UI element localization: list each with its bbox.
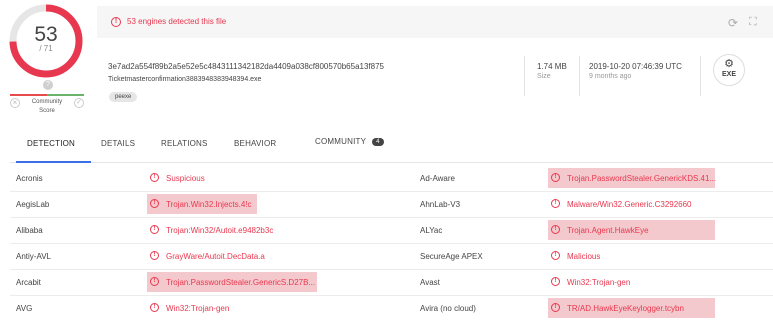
engine-name: Avast	[420, 278, 440, 287]
alert-circle-icon: !	[150, 303, 159, 312]
detection-label: GrayWare/Autoit.DecData.a	[166, 252, 265, 261]
detection-result: ! Win32:Trojan-gen	[548, 272, 715, 292]
alert-circle-icon: !	[551, 225, 560, 234]
detection-label: Trojan.PasswordStealer.GenericKDS.41...	[567, 174, 717, 183]
tab-community-label: COMMUNITY	[315, 137, 367, 146]
community-bar-negative	[10, 94, 47, 96]
alert-circle-icon: !	[150, 225, 159, 234]
detection-label: TR/AD.HawkEyeKeylogger.tcybn	[567, 304, 684, 313]
detection-result: ! Trojan.Win32.Injects.4!c	[147, 194, 257, 214]
analysis-date-value: 2019-10-20 07:46:39 UTC	[589, 62, 682, 71]
alert-circle-icon: !	[551, 277, 560, 286]
active-tab-indicator	[16, 161, 91, 163]
file-type-label: EXE	[721, 71, 736, 78]
alert-circle-icon: !	[551, 251, 560, 260]
community-score-bar	[10, 94, 84, 96]
engine-name: ALYac	[420, 226, 443, 235]
detection-result: ! Trojan.PasswordStealer.GenericKDS.41..…	[548, 168, 717, 188]
exe-file-icon: ⚙ EXE	[713, 54, 745, 86]
detection-result: ! GrayWare/Autoit.DecData.a	[147, 246, 317, 266]
engine-name: Alibaba	[16, 226, 43, 235]
report-tabs: DETECTION DETAILS RELATIONS BEHAVIOR COM…	[10, 125, 773, 163]
alert-circle-icon: !	[150, 277, 159, 286]
divider	[700, 56, 701, 96]
detection-label: Trojan.Agent.HawkEye	[567, 226, 649, 235]
engine-name: SecureAge APEX	[420, 252, 483, 261]
engine-name: Acronis	[16, 174, 43, 183]
detection-result: ! Malware/Win32.Generic.C3292660	[548, 194, 715, 214]
detection-alert-banner: ! 53 engines detected this file ⟳ ⛶	[97, 6, 773, 38]
alert-circle-icon: !	[551, 303, 560, 312]
engine-name: Avira (no cloud)	[420, 304, 476, 313]
detection-result: ! Trojan.PasswordStealer.GenericS.D27B..…	[147, 272, 317, 292]
detection-label: Suspicious	[166, 174, 205, 183]
engine-name: Arcabit	[16, 278, 41, 287]
table-row: Antiy-AVL ! GrayWare/Autoit.DecData.a Se…	[10, 244, 773, 270]
engine-name: Antiy-AVL	[16, 252, 51, 261]
detection-label: Win32:Trojan-gen	[567, 278, 631, 287]
tab-behavior[interactable]: BEHAVIOR	[234, 139, 276, 148]
alert-circle-icon: !	[150, 251, 159, 260]
engine-name: AVG	[16, 304, 33, 313]
question-face-icon: ?	[43, 80, 53, 90]
detection-result: ! Malicious	[548, 246, 715, 266]
detection-result: ! TR/AD.HawkEyeKeylogger.tcybn	[548, 298, 715, 318]
detection-label: Trojan.Win32.Injects.4!c	[166, 200, 252, 209]
file-size-label: Size	[537, 73, 551, 80]
tab-details[interactable]: DETAILS	[101, 139, 135, 148]
alert-circle-icon: !	[551, 173, 560, 182]
engine-name: AhnLab-V3	[420, 200, 461, 209]
exe-glyph: ⚙	[724, 58, 734, 70]
file-hash[interactable]: 3e7ad2a554f89b2a5e52e5c4843111342182da44…	[108, 62, 384, 71]
engine-total: / 71	[39, 44, 53, 53]
similar-icon[interactable]: ⛶	[749, 16, 757, 29]
engine-name: Ad-Aware	[420, 174, 455, 183]
alert-circle-icon: !	[111, 17, 121, 27]
check-icon[interactable]: ✓	[74, 98, 84, 108]
community-score: ? × Community Score ✓	[7, 80, 87, 120]
detection-label: Trojan.PasswordStealer.GenericS.D27B...	[166, 278, 316, 287]
file-size-value: 1.74 MB	[537, 62, 567, 71]
tab-relations[interactable]: RELATIONS	[161, 139, 208, 148]
community-score-label: Community Score	[27, 98, 67, 116]
alert-circle-icon: !	[150, 173, 159, 182]
alert-circle-icon: !	[150, 199, 159, 208]
alert-text: 53 engines detected this file	[127, 17, 227, 26]
detection-result: ! Trojan.Agent.HawkEye	[548, 220, 715, 240]
engine-name: AegisLab	[16, 200, 50, 209]
reanalyze-icon[interactable]: ⟳	[728, 16, 738, 30]
detection-result: ! Win32:Trojan-gen	[147, 298, 317, 318]
tab-community[interactable]: COMMUNITY 4	[315, 137, 384, 146]
detection-label: Win32:Trojan-gen	[166, 304, 230, 313]
analysis-date-label: 9 months ago	[589, 73, 632, 80]
table-row: AVG ! Win32:Trojan-gen Avira (no cloud) …	[10, 296, 773, 321]
table-row: Acronis ! Suspicious Ad-Aware ! Trojan.P…	[10, 166, 773, 192]
table-row: AegisLab ! Trojan.Win32.Injects.4!c AhnL…	[10, 192, 773, 218]
table-row: Alibaba ! Trojan:Win32/Autoit.e9482b3c A…	[10, 218, 773, 244]
community-label-line1: Community	[31, 99, 63, 105]
community-label-line2: Score	[39, 108, 55, 114]
detection-result: ! Trojan:Win32/Autoit.e9482b3c	[147, 220, 317, 240]
detection-label: Malicious	[567, 252, 601, 261]
alert-circle-icon: !	[551, 199, 560, 208]
detection-result: ! Suspicious	[147, 168, 317, 188]
detection-score-ring: 53 / 71	[8, 3, 84, 79]
file-info-panel: 3e7ad2a554f89b2a5e52e5c4843111342182da44…	[97, 42, 773, 117]
file-tag[interactable]: peexe	[109, 92, 138, 102]
detection-label: Trojan:Win32/Autoit.e9482b3c	[166, 226, 274, 235]
detection-label: Malware/Win32.Generic.C3292660	[567, 200, 692, 209]
close-icon[interactable]: ×	[10, 98, 20, 108]
tab-detection[interactable]: DETECTION	[27, 139, 75, 148]
table-row: Arcabit ! Trojan.PasswordStealer.Generic…	[10, 270, 773, 296]
community-bar-positive	[47, 94, 84, 96]
divider	[524, 56, 525, 96]
community-count-badge: 4	[372, 138, 384, 146]
file-name: Ticketmasterconfirmation3883948383948394…	[108, 76, 262, 83]
divider	[579, 56, 580, 96]
